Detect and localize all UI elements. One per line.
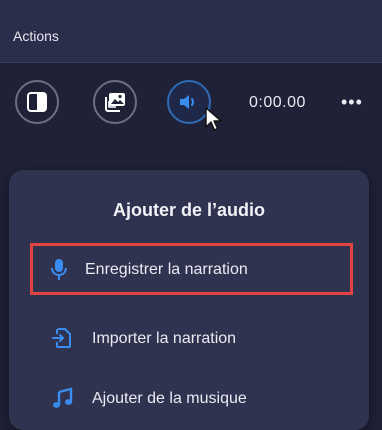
more-options-button[interactable]: ••• — [341, 92, 363, 113]
timecode: 0:00.00 — [249, 94, 306, 111]
import-narration-item[interactable]: Importer la narration — [9, 317, 369, 361]
panel-header: Actions — [0, 0, 382, 63]
import-file-icon — [52, 328, 71, 348]
add-audio-menu: Ajouter de l’audio Enregistrer la narrat… — [9, 170, 369, 430]
music-note-icon — [53, 387, 73, 408]
highlight-box — [30, 243, 353, 295]
import-narration-label: Importer la narration — [92, 330, 237, 347]
add-music-label: Ajouter de la musique — [92, 390, 247, 407]
contrast-icon — [27, 92, 47, 112]
speaker-icon — [180, 95, 194, 109]
images-icon — [105, 93, 125, 112]
header-title: Actions — [13, 28, 59, 44]
add-music-item[interactable]: Ajouter de la musique — [9, 377, 369, 421]
visual-button[interactable] — [15, 80, 59, 124]
mouse-cursor-icon — [205, 107, 222, 131]
menu-title: Ajouter de l’audio — [112, 200, 265, 220]
image-button[interactable] — [93, 80, 137, 124]
